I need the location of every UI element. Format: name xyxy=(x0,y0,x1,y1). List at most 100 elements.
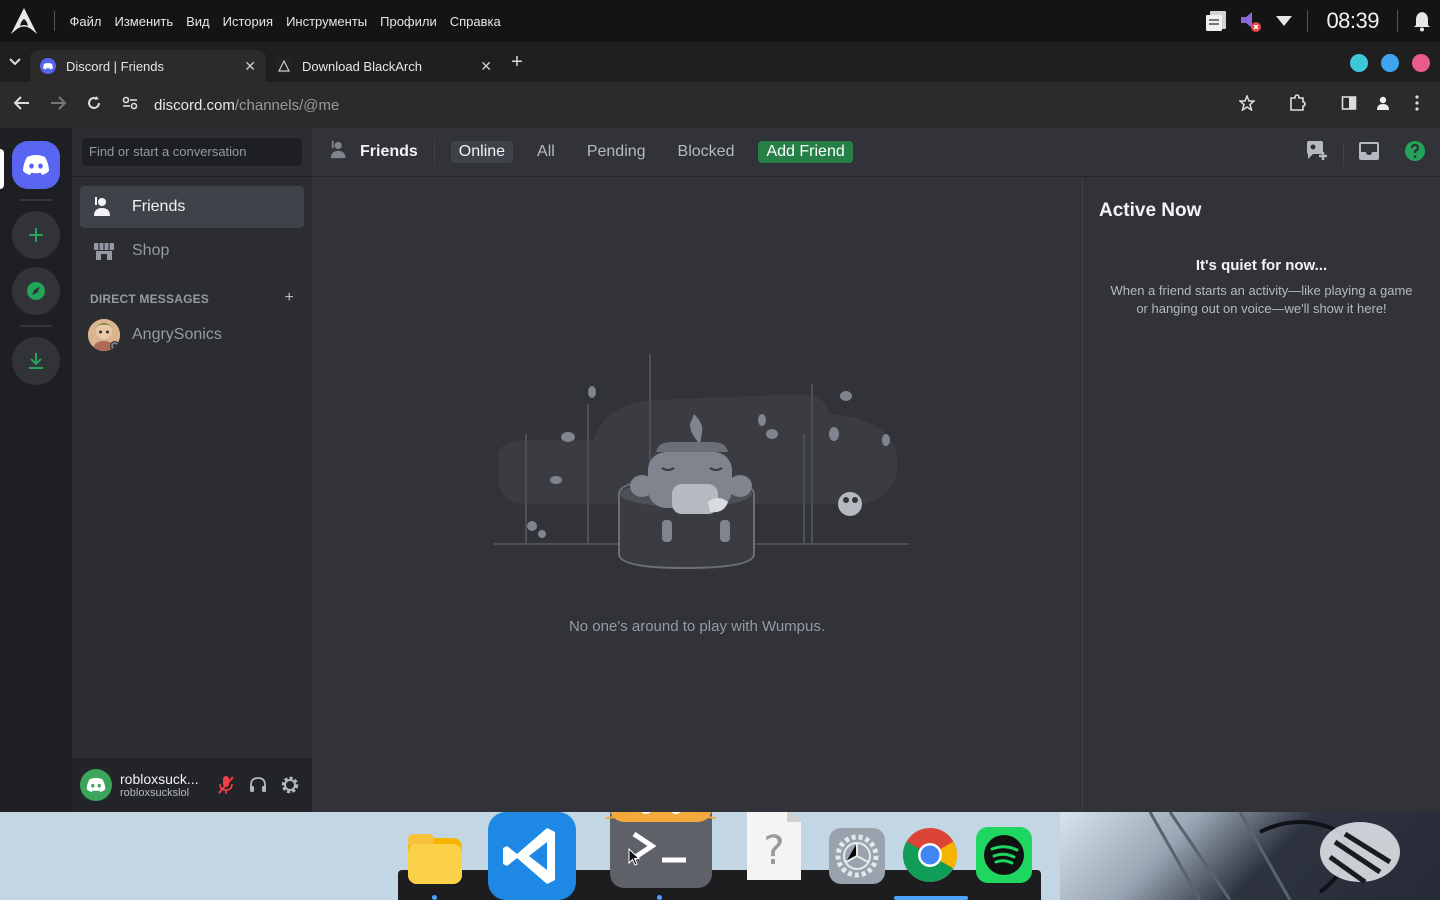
vscode-icon[interactable] xyxy=(487,812,577,900)
add-friend-button[interactable]: Add Friend xyxy=(758,141,853,163)
add-server-button[interactable] xyxy=(12,211,60,259)
discord-favicon-icon xyxy=(40,58,56,74)
menu-tools[interactable]: Инструменты xyxy=(280,14,374,29)
profile-avatar-icon[interactable] xyxy=(1366,95,1400,116)
direct-messages-home-button[interactable] xyxy=(12,141,60,189)
spotify-icon[interactable] xyxy=(975,826,1033,884)
tab-close-icon[interactable]: ✕ xyxy=(480,58,492,75)
window-minimize-dot-icon[interactable] xyxy=(1350,54,1368,72)
window-maximize-dot-icon[interactable] xyxy=(1381,54,1399,72)
system-settings-icon[interactable] xyxy=(828,828,886,884)
url-path: /channels/@me xyxy=(234,96,340,114)
reload-icon[interactable] xyxy=(76,95,112,116)
extensions-puzzle-icon[interactable] xyxy=(1280,93,1314,117)
tab-discord[interactable]: Discord | Friends ✕ xyxy=(30,50,266,82)
blackarch-favicon-icon xyxy=(276,58,292,74)
header-divider xyxy=(433,140,435,164)
headphones-icon[interactable] xyxy=(242,769,274,801)
app-menu-bar: Файл Изменить Вид История Инструменты Пр… xyxy=(63,14,507,29)
site-settings-icon[interactable] xyxy=(112,95,148,115)
chrome-icon[interactable] xyxy=(901,826,959,884)
side-panel-icon[interactable] xyxy=(1332,95,1366,116)
window-controls xyxy=(1350,54,1430,72)
arch-linux-logo-icon[interactable] xyxy=(0,0,48,42)
notification-bell-icon[interactable] xyxy=(1404,10,1440,32)
sidebar-item-shop[interactable]: Shop xyxy=(80,230,304,272)
mouse-cursor-icon xyxy=(628,847,641,871)
friends-header-bar: Friends Online All Pending Blocked Add F… xyxy=(312,128,1440,177)
header-tools xyxy=(1305,140,1426,167)
terminal-cat-icon[interactable] xyxy=(606,812,716,890)
menu-history[interactable]: История xyxy=(216,14,279,29)
selected-server-pill xyxy=(0,149,4,189)
menu-help[interactable]: Справка xyxy=(443,14,507,29)
sidebar-item-label: Shop xyxy=(132,242,170,259)
browser-tab-strip: Discord | Friends ✕ Download BlackArch ✕… xyxy=(0,42,1440,82)
tab-blackarch[interactable]: Download BlackArch ✕ xyxy=(266,50,502,82)
avatar[interactable] xyxy=(80,769,112,801)
download-apps-button[interactable] xyxy=(12,337,60,385)
inbox-icon[interactable] xyxy=(1358,141,1380,166)
empty-state-message: No one's around to play with Wumpus. xyxy=(568,618,826,635)
discover-servers-button[interactable] xyxy=(12,267,60,315)
clock[interactable]: 08:39 xyxy=(1326,8,1379,34)
dropdown-triangle-icon[interactable] xyxy=(1267,15,1301,27)
desktop-dock-area: ? xyxy=(0,812,1440,900)
forward-arrow-icon[interactable] xyxy=(40,95,76,115)
tab-close-icon[interactable]: ✕ xyxy=(244,58,256,75)
new-group-dm-icon[interactable] xyxy=(1305,140,1329,167)
browser-toolbar: discord.com/channels/@me xyxy=(0,82,1440,128)
window-close-dot-icon[interactable] xyxy=(1412,54,1430,72)
sidebar-item-label: Friends xyxy=(132,198,186,215)
address-field[interactable]: discord.com/channels/@me xyxy=(154,97,339,114)
new-tab-plus-icon[interactable]: + xyxy=(502,51,532,74)
avatar xyxy=(88,319,120,351)
menu-edit[interactable]: Изменить xyxy=(108,14,180,29)
microphone-muted-icon[interactable] xyxy=(210,769,242,801)
clipboard-icon[interactable] xyxy=(1199,9,1233,33)
discord-logo-icon xyxy=(23,155,49,175)
user-settings-gear-icon[interactable] xyxy=(274,769,306,801)
discord-app: Find or start a conversation Friends Sho… xyxy=(0,128,1440,812)
create-dm-plus-icon[interactable]: + xyxy=(284,289,294,307)
user-username: robloxsuckslol xyxy=(120,787,190,799)
wallpaper-art xyxy=(1060,812,1440,900)
shop-icon xyxy=(92,239,116,263)
active-now-subheading: It's quiet for now... xyxy=(1195,257,1328,274)
sleeping-wumpus-illustration-icon xyxy=(494,354,909,570)
dm-sidebar: Find or start a conversation Friends Sho… xyxy=(72,128,312,812)
file-manager-folder-icon[interactable] xyxy=(406,830,464,886)
kebab-menu-icon[interactable] xyxy=(1400,94,1434,116)
user-controls xyxy=(210,769,306,801)
tab-search-chevron-icon[interactable] xyxy=(0,42,30,82)
header-divider xyxy=(1343,141,1344,166)
menu-profiles[interactable]: Профили xyxy=(374,14,444,29)
svg-text:?: ? xyxy=(763,828,784,874)
tab-title: Discord | Friends xyxy=(66,58,165,74)
compass-icon xyxy=(27,282,45,300)
friends-main: Friends Online All Pending Blocked Add F… xyxy=(312,128,1440,812)
active-now-heading: Active Now xyxy=(1099,200,1202,221)
page-title-text: Friends xyxy=(360,143,418,160)
dm-username: AngrySonics xyxy=(132,326,222,343)
sidebar-item-friends[interactable]: Friends xyxy=(80,186,304,228)
help-icon[interactable] xyxy=(1404,140,1426,167)
tab-all[interactable]: All xyxy=(529,141,563,163)
tab-title: Download BlackArch xyxy=(302,58,422,74)
menu-view[interactable]: Вид xyxy=(180,14,217,29)
tab-blocked[interactable]: Blocked xyxy=(670,141,743,163)
dm-list-item[interactable]: AngrySonics xyxy=(80,314,304,356)
tab-online[interactable]: Online xyxy=(450,141,514,163)
dock-focused-indicator xyxy=(894,896,968,900)
url-host: discord.com xyxy=(154,96,235,114)
conversation-search-input[interactable]: Find or start a conversation xyxy=(82,138,302,166)
user-panel: robloxsuck... robloxsuckslol xyxy=(72,758,312,812)
volume-muted-icon[interactable] xyxy=(1233,8,1267,34)
user-display-name: robloxsuck... xyxy=(120,771,199,787)
tab-pending[interactable]: Pending xyxy=(579,141,654,163)
bookmark-star-icon[interactable] xyxy=(1230,93,1264,116)
unknown-file-icon[interactable]: ? xyxy=(745,812,803,882)
user-names[interactable]: robloxsuck... robloxsuckslol xyxy=(120,771,204,799)
back-arrow-icon[interactable] xyxy=(4,95,40,115)
menu-file[interactable]: Файл xyxy=(63,14,108,29)
